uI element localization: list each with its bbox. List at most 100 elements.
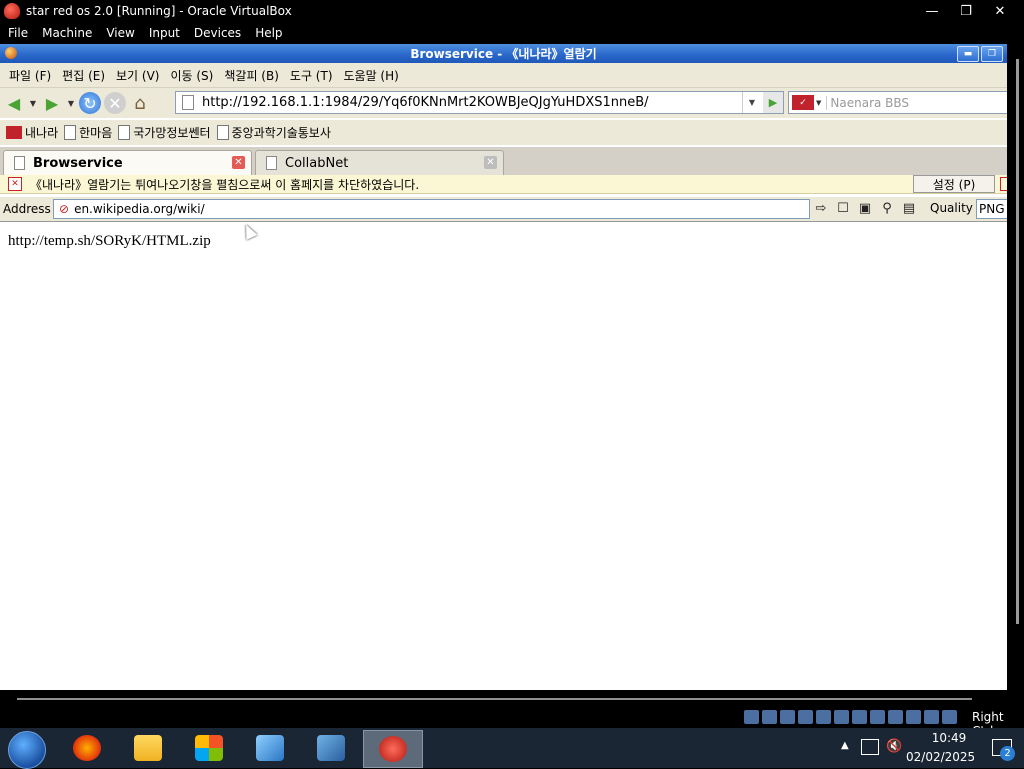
menu-help[interactable]: Help [255, 26, 282, 40]
floppy-icon[interactable] [780, 710, 795, 724]
clock-time[interactable]: 10:49 [919, 731, 979, 745]
browser-menu-go[interactable]: 이동 (S) [170, 67, 213, 84]
shared-folder-icon[interactable] [852, 710, 867, 724]
find-icon[interactable]: ⚲ [878, 200, 896, 217]
home-icon[interactable]: ⌂ [129, 92, 151, 114]
page-icon [14, 156, 25, 170]
address-label: Address [3, 202, 51, 216]
keyboard-icon[interactable] [942, 710, 957, 724]
clock-date[interactable]: 02/02/2025 [906, 750, 975, 764]
menu-input[interactable]: Input [149, 26, 180, 40]
browservice-address-bar: Address ⊘ en.wikipedia.org/wiki/ ⇨ ☐ ▣ ⚲… [0, 197, 1007, 222]
tab-collabnet[interactable]: CollabNet ✕ [255, 150, 504, 175]
address-value[interactable]: en.wikipedia.org/wiki/ [74, 202, 205, 216]
start-button[interactable] [8, 731, 46, 769]
page-icon [266, 156, 277, 170]
taskbar-app-blue[interactable] [241, 730, 299, 766]
page-text-link[interactable]: http://temp.sh/SORyK/HTML.zip [8, 233, 211, 250]
stop-icon[interactable]: ✕ [104, 92, 126, 114]
go-arrow-icon[interactable]: ▶ [763, 92, 783, 113]
browser-title-bar: Browservice - 《내나라》열람기 ▬ ❐ [0, 44, 1007, 63]
browser-menu-tools[interactable]: 도구 (T) [290, 67, 333, 84]
bookmark-national-network-center[interactable]: 국가망정보쎈터 [118, 124, 211, 141]
recording-icon[interactable] [888, 710, 903, 724]
bookmark-hanmaum[interactable]: 한마음 [64, 124, 112, 141]
guest-right-edge [1007, 44, 1024, 690]
url-text[interactable]: http://192.168.1.1:1984/29/Yq6f0KNnMrt2K… [202, 95, 649, 110]
hard-disk-icon[interactable] [744, 710, 759, 724]
browser-maximize-button[interactable]: ❐ [981, 46, 1003, 62]
page-icon [118, 125, 131, 140]
forward-history-dropdown-icon[interactable]: ▼ [66, 92, 76, 114]
browser-menu-edit[interactable]: 편집 (E) [62, 67, 105, 84]
quality-format-select[interactable]: PNG [976, 199, 1007, 219]
optical-drive-icon[interactable] [762, 710, 777, 724]
host-window-title: star red os 2.0 [Running] - Oracle Virtu… [26, 4, 292, 18]
reload-icon[interactable]: ↻ [79, 92, 101, 114]
browser-menu-help[interactable]: 도움말 (H) [344, 67, 399, 84]
minimize-button[interactable]: — [922, 4, 942, 19]
mouse-integration-icon[interactable] [924, 710, 939, 724]
clipboard-icon[interactable]: ▤ [900, 200, 918, 217]
show-hidden-icons-icon[interactable]: ▲ [841, 740, 849, 751]
audio-icon[interactable] [798, 710, 813, 724]
restore-button[interactable]: ❐ [956, 4, 976, 19]
menu-devices[interactable]: Devices [194, 26, 241, 40]
taskbar-store[interactable] [180, 730, 238, 766]
tab-browservice[interactable]: Browservice ✕ [3, 150, 252, 175]
taskbar-vm-window[interactable] [363, 730, 423, 768]
bookmark-label: 내나라 [25, 126, 59, 140]
search-engine-icon[interactable]: ✓ [792, 95, 814, 110]
bookmark-label: 한마음 [79, 126, 113, 140]
firefox-icon [73, 735, 101, 761]
infobar-close-icon[interactable] [1000, 177, 1007, 191]
menu-machine[interactable]: Machine [42, 26, 92, 40]
search-placeholder[interactable]: Naenara BBS [826, 95, 909, 110]
menu-view[interactable]: View [106, 26, 134, 40]
search-engine-dropdown-icon[interactable]: ▼ [816, 99, 821, 107]
address-field[interactable]: ⊘ en.wikipedia.org/wiki/ [53, 199, 810, 219]
back-arrow-icon[interactable]: ◀ [3, 92, 25, 114]
insecure-icon: ⊘ [59, 202, 70, 216]
browser-menu-file[interactable]: 파일 (F) [9, 67, 51, 84]
close-tab-icon[interactable]: ✕ [484, 156, 497, 169]
url-bar[interactable]: http://192.168.1.1:1984/29/Yq6f0KNnMrt2K… [175, 91, 784, 114]
bookmark-label: 국가망정보쎈터 [133, 126, 211, 140]
browser-menu-view[interactable]: 보기 (V) [116, 67, 159, 84]
usb-icon[interactable] [834, 710, 849, 724]
navigate-arrow-icon[interactable]: ⇨ [812, 200, 830, 217]
taskbar-virtualbox[interactable] [302, 730, 360, 766]
page-icon [64, 125, 77, 140]
status-divider [17, 698, 972, 700]
tab-label: Browservice [33, 155, 123, 171]
search-box[interactable]: ✓ ▼ Naenara BBS [788, 91, 1007, 114]
network-status-icon[interactable] [861, 739, 879, 755]
forward-arrow-icon[interactable]: ▶ [41, 92, 63, 114]
save-icon[interactable]: ▣ [856, 200, 874, 217]
url-history-dropdown-icon[interactable]: ▼ [742, 92, 761, 113]
bookmark-label: 중앙과학기술통보사 [231, 126, 331, 140]
bookmark-icon[interactable]: ☐ [834, 200, 852, 217]
bookmark-naenara[interactable]: 내나라 [6, 124, 58, 141]
scrollbar[interactable] [1016, 59, 1019, 624]
infobar-settings-button[interactable]: 설정 (P) [913, 175, 995, 193]
close-tab-icon[interactable]: ✕ [232, 156, 245, 169]
network-icon[interactable] [816, 710, 831, 724]
browser-menu-bookmarks[interactable]: 책갈피 (B) [224, 67, 279, 84]
virtualbox-icon [317, 735, 345, 761]
taskbar-file-explorer[interactable] [119, 730, 177, 766]
guest-display: Browservice - 《내나라》열람기 ▬ ❐ 파일 (F) 편집 (E)… [0, 44, 1007, 690]
bookmarks-toolbar: 내나라 한마음 국가망정보쎈터 중앙과학기술통보사 [0, 120, 1007, 145]
taskbar-firefox[interactable] [58, 730, 116, 766]
windows-taskbar: ▲ 🔇 10:49 02/02/2025 2 [0, 728, 1024, 769]
bookmark-science-tech-news[interactable]: 중앙과학기술통보사 [216, 124, 331, 141]
back-history-dropdown-icon[interactable]: ▼ [28, 92, 38, 114]
display-icon[interactable] [870, 710, 885, 724]
close-button[interactable]: ✕ [990, 4, 1010, 19]
navigation-toolbar: ◀ ▼ ▶ ▼ ↻ ✕ ⌂ http://192.168.1.1:1984/29… [0, 88, 1007, 118]
virtualization-icon[interactable] [906, 710, 921, 724]
menu-file[interactable]: File [8, 26, 28, 40]
browser-minimize-button[interactable]: ▬ [957, 46, 979, 62]
infobar-message: 《내나라》열람기는 튀여나오기창을 펼침으로써 이 홈페지를 차단하였습니다. [30, 177, 420, 192]
volume-muted-icon[interactable]: 🔇 [886, 739, 902, 754]
